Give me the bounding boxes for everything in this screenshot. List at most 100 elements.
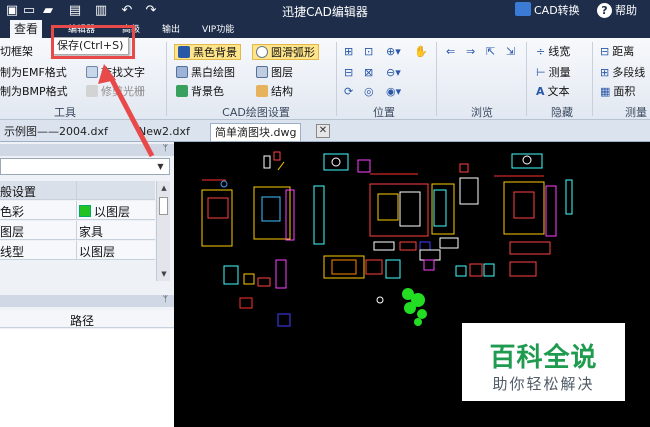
group-separator bbox=[166, 42, 167, 116]
group-separator bbox=[592, 42, 593, 116]
close-tab-icon[interactable]: ✕ bbox=[316, 124, 330, 138]
export-emf-button[interactable]: 制为EMF格式 bbox=[0, 65, 67, 81]
panel-header: ᛘ bbox=[0, 144, 174, 156]
title-bar: ▣ ▭ ▰ ▤ ▥ ↶ ↷ 迅捷CAD编辑器 CAD转换 ? 帮助 bbox=[0, 0, 650, 22]
next-arrow-icon[interactable]: ⇒ bbox=[466, 44, 475, 60]
group-separator bbox=[336, 42, 337, 116]
group-label-tools: 工具 bbox=[54, 106, 76, 119]
property-value: 以图层 bbox=[79, 245, 116, 259]
panel-header: ᛘ bbox=[0, 295, 174, 307]
object-selector-dropdown[interactable]: ▼ bbox=[0, 158, 170, 175]
background-color-button[interactable]: 背景色 bbox=[176, 84, 224, 100]
property-key: 图层 bbox=[0, 225, 25, 239]
help-button[interactable]: ? 帮助 bbox=[597, 2, 637, 20]
table-row[interactable]: 色彩 以图层 bbox=[0, 201, 155, 220]
group-label-hide: 隐藏 bbox=[551, 106, 573, 119]
group-separator bbox=[436, 42, 437, 116]
property-key: 般设置 bbox=[0, 185, 37, 199]
rotate-view-icon[interactable]: ⟳ bbox=[344, 84, 353, 100]
watermark-title: 百科全说 bbox=[489, 343, 598, 373]
new-file-icon[interactable]: ▭ bbox=[21, 3, 37, 19]
scroll-down-icon[interactable]: ▼ bbox=[159, 269, 169, 279]
floorplan-room-center bbox=[323, 153, 469, 279]
undo-icon[interactable]: ↶ bbox=[119, 3, 135, 19]
find-text-icon bbox=[86, 66, 98, 78]
measure-icon: ⊢ bbox=[536, 66, 546, 79]
floorplan-room-left-lower bbox=[223, 259, 291, 327]
background-color-icon bbox=[176, 85, 188, 97]
color-value-label: 以图层 bbox=[94, 205, 131, 219]
doc-tab-simple-block[interactable]: 简单滴图块.dwg bbox=[210, 123, 302, 141]
table-row[interactable]: 线型 以图层 bbox=[0, 241, 155, 260]
find-text-button[interactable]: 查找文字 bbox=[86, 65, 145, 81]
zoom-previous-icon[interactable]: ⊟ bbox=[344, 65, 353, 81]
view-options-icon[interactable]: ◉▾ bbox=[386, 84, 401, 100]
property-value: 以图层 bbox=[79, 203, 130, 220]
clip-frame-button[interactable]: 切框架 bbox=[0, 44, 33, 60]
property-value: 家具 bbox=[79, 225, 104, 239]
path-list bbox=[0, 329, 174, 427]
export-bmp-button[interactable]: 制为BMP格式 bbox=[0, 84, 68, 100]
polyline-label: 多段线 bbox=[612, 66, 646, 79]
pan-hand-icon[interactable]: ✋ bbox=[414, 44, 428, 60]
pin-icon[interactable]: ᛘ bbox=[163, 144, 168, 154]
group-label-measure: 测量 bbox=[625, 106, 647, 119]
line-width-button[interactable]: ÷ 线宽 bbox=[536, 44, 570, 60]
goto-page-icon[interactable]: ⇱ bbox=[486, 44, 495, 60]
scroll-thumb[interactable] bbox=[159, 197, 168, 215]
smooth-arc-button[interactable]: 圆滑弧形 bbox=[252, 44, 319, 60]
cad-convert-icon bbox=[515, 2, 531, 16]
zoom-extents-icon[interactable]: ⊡ bbox=[364, 44, 373, 60]
black-background-button[interactable]: 黑色背景 bbox=[174, 44, 241, 60]
group-separator bbox=[526, 42, 527, 116]
watermark-logo: 百科全说 助你轻松解决 bbox=[462, 323, 625, 401]
chevron-down-icon: ▼ bbox=[157, 162, 164, 171]
distance-button[interactable]: ⊟ 距离 bbox=[600, 44, 634, 60]
table-row[interactable]: 般设置 bbox=[0, 181, 155, 200]
path-column-header[interactable]: 路径 bbox=[0, 310, 174, 328]
column-divider bbox=[76, 221, 77, 240]
symbol-marker bbox=[376, 296, 384, 304]
layers-button[interactable]: 图层 bbox=[256, 65, 293, 81]
trim-raster-button[interactable]: 修剪光栅 bbox=[86, 84, 145, 100]
measure-toggle-button[interactable]: ⊢ 测量 bbox=[536, 65, 571, 81]
zoom-in-icon[interactable]: ⊕▾ bbox=[386, 44, 401, 60]
tab-vip[interactable]: VIP功能 bbox=[198, 23, 238, 38]
text-toggle-button[interactable]: A 文本 bbox=[536, 84, 570, 100]
floorplan-room-left bbox=[201, 151, 325, 247]
scroll-up-icon[interactable]: ▲ bbox=[159, 183, 169, 193]
3d-orbit-icon[interactable]: ◎ bbox=[364, 84, 374, 100]
property-scrollbar[interactable]: ▲ ▼ bbox=[156, 181, 170, 281]
open-folder-icon[interactable]: ▰ bbox=[40, 3, 56, 19]
pin-icon[interactable]: ᛘ bbox=[163, 295, 168, 305]
tab-output[interactable]: 输出 bbox=[158, 23, 184, 38]
color-swatch bbox=[79, 205, 91, 217]
help-label: 帮助 bbox=[615, 4, 637, 17]
zoom-window-icon[interactable]: ⊞ bbox=[344, 44, 353, 60]
distance-icon: ⊟ bbox=[600, 45, 610, 58]
redo-icon[interactable]: ↷ bbox=[143, 3, 159, 19]
tab-view[interactable]: 查看 bbox=[10, 20, 43, 38]
group-label-position: 位置 bbox=[373, 106, 395, 119]
table-row[interactable]: 图层 家具 bbox=[0, 221, 155, 240]
polyline-button[interactable]: ⊞ 多段线 bbox=[600, 65, 645, 81]
text-icon: A bbox=[536, 85, 545, 98]
zoom-all-icon[interactable]: ⊠ bbox=[364, 65, 373, 81]
previous-arrow-icon[interactable]: ⇐ bbox=[446, 44, 455, 60]
bw-drawing-icon bbox=[176, 66, 188, 78]
column-divider bbox=[76, 201, 77, 220]
structure-button[interactable]: 结构 bbox=[256, 84, 293, 100]
measure-toggle-label: 测量 bbox=[548, 66, 571, 79]
black-background-icon bbox=[178, 46, 190, 58]
save-icon[interactable]: ▤ bbox=[67, 3, 83, 19]
area-button[interactable]: ▦ 面积 bbox=[600, 84, 635, 100]
doc-tab-sample[interactable]: 示例图——2004.dxf bbox=[0, 123, 112, 141]
layers-icon bbox=[256, 66, 268, 78]
doc-tab-new2[interactable]: New2.dxf bbox=[134, 123, 194, 141]
bw-drawing-button[interactable]: 黑白绘图 bbox=[176, 65, 235, 81]
zoom-out-icon[interactable]: ⊖▾ bbox=[386, 65, 401, 81]
last-page-icon[interactable]: ⇲ bbox=[506, 44, 515, 60]
distance-label: 距离 bbox=[612, 45, 635, 58]
cad-convert-button[interactable]: CAD转换 bbox=[515, 2, 580, 20]
print-icon[interactable]: ▥ bbox=[93, 3, 109, 19]
